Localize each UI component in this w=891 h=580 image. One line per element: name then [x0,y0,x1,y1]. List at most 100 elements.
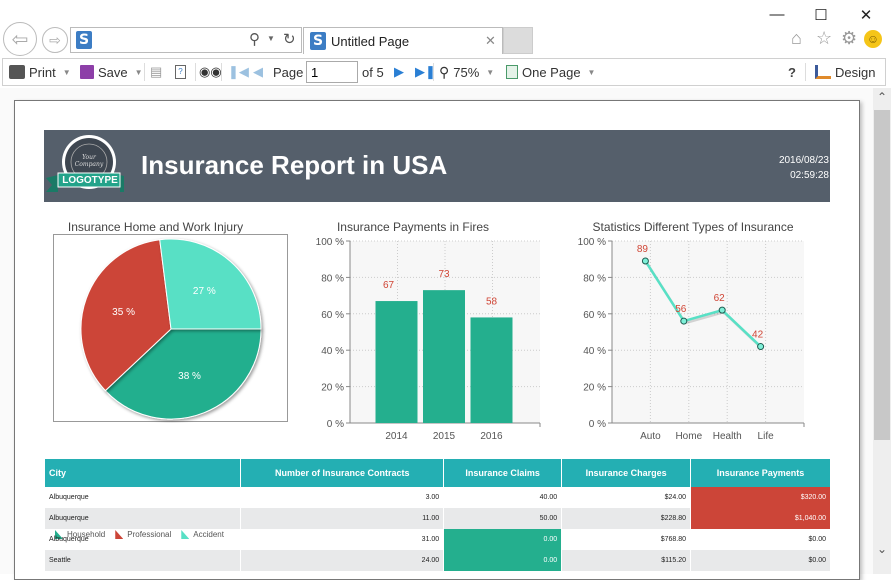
vertical-scrollbar[interactable]: ⌃ ⌄ [873,88,891,574]
zoom-dropdown[interactable]: ⚲ 75% ▼ [439,59,494,85]
search-dropdown-icon[interactable]: ▼ [267,34,275,43]
scroll-down-icon[interactable]: ⌄ [873,542,891,556]
page-count: of 5 [362,59,384,85]
plot-area [612,241,804,423]
search-icon[interactable]: ⚲ [249,30,260,48]
tab-close-icon[interactable]: ✕ [485,33,496,49]
y-tick-label: 20 % [321,383,344,394]
parameters-button[interactable]: ? [175,59,186,85]
table-header-row: City Number of Insurance Contracts Insur… [45,459,831,487]
line-point-life [757,343,765,351]
cell-contracts: 3.00 [240,487,445,508]
design-label: Design [835,64,876,80]
cell-payments: $0.00 [690,550,831,571]
address-bar[interactable]: S ⚲ ▼ ↻ [70,27,302,53]
y-tick-label: 0 % [327,419,344,430]
site-favicon-icon: S [76,31,92,49]
maximize-button[interactable]: ☐ [806,6,836,24]
bar-value-label: 67 [383,280,395,291]
page-view-icon [506,65,518,79]
design-ruler-icon [815,65,831,79]
toolbar-separator [805,63,806,81]
column-header-claims: Insurance Claims [443,459,563,487]
table-row: Seattle 24.00 0.00 $115.20 $0.00 [45,550,831,571]
view-mode-dropdown[interactable]: One Page ▼ [506,59,595,85]
print-label: Print [29,64,56,80]
cell-claims: 50.00 [443,508,563,529]
find-button[interactable]: ◉◉ [199,59,222,85]
previous-page-icon: ◀ [253,64,263,79]
next-page-button[interactable]: ▶ [394,59,404,85]
x-tick-label: 2014 [385,431,408,442]
toolbar-separator [144,63,145,81]
save-button[interactable]: Save ▼ [80,59,143,85]
binoculars-icon: ◉◉ [199,64,222,79]
y-tick-label: 80 % [583,273,606,284]
gear-icon[interactable]: ⚙ [841,28,857,49]
x-tick-label: Auto [640,431,661,442]
refresh-icon[interactable]: ↻ [283,30,296,48]
x-tick-label: 2016 [480,431,503,442]
first-page-button[interactable]: ❚◀ [228,59,249,85]
insurance-table: City Number of Insurance Contracts Insur… [45,459,831,571]
cell-payments: $0.00 [690,529,831,550]
x-tick-label: Home [675,431,702,442]
cell-contracts: 11.00 [240,508,445,529]
next-page-icon: ▶ [394,64,404,79]
help-icon: ? [788,64,796,80]
y-tick-label: 100 % [316,237,344,248]
report-time: 02:59:28 [790,170,829,181]
cell-city: Albuquerque [45,508,242,529]
y-tick-label: 60 % [583,310,606,321]
column-header-contracts: Number of Insurance Contracts [240,459,445,487]
y-tick-label: 60 % [321,310,344,321]
close-window-button[interactable]: ✕ [851,6,881,24]
star-icon[interactable]: ☆ [816,28,832,49]
report-datetime: 2016/08/23 02:59:28 [779,153,829,183]
home-icon[interactable]: ⌂ [791,28,802,49]
y-tick-label: 100 % [578,237,606,248]
cell-charges: $768.80 [561,529,692,550]
line-value-label: 62 [714,293,726,304]
cell-contracts: 24.00 [240,550,445,571]
new-tab-button[interactable] [503,27,533,54]
cell-contracts: 31.00 [240,529,445,550]
chevron-down-icon: ▼ [134,67,143,77]
clipboard-icon: ? [175,65,186,79]
report-header-banner: Your Company LOGOTYPE Insurance Report i… [44,130,830,202]
cell-city: Seattle [45,550,242,571]
back-button[interactable]: ⇦ [3,22,37,56]
print-button[interactable]: Print ▼ [9,59,71,85]
scrollbar-thumb[interactable] [874,110,890,440]
pie-chart-title: Insurance Home and Work Injury [67,220,244,234]
line-chart: 0 % 20 % 40 % 60 % 80 % 100 % 89 Auto 56 Home 62 He… [578,237,805,442]
y-tick-label: 20 % [583,383,606,394]
floppy-disk-icon [80,65,94,79]
bar-2016 [470,317,513,423]
bar-value-label: 73 [438,269,450,280]
minimize-button[interactable]: — [762,6,792,23]
page-label: Page [273,59,303,85]
previous-page-button[interactable]: ◀ [253,59,263,85]
y-tick-label: 80 % [321,273,344,284]
design-button[interactable]: Design [815,59,875,85]
cell-claims: 0.00 [443,550,563,571]
cell-charges: $24.00 [561,487,692,508]
logo-text: LOGOTYPE [62,175,118,186]
column-header-payments: Insurance Payments [690,459,831,487]
line-value-label: 56 [675,304,687,315]
toolbar-separator [195,63,196,81]
page-number-input[interactable] [306,61,358,83]
cell-charges: $228.80 [561,508,692,529]
report-title: Insurance Report in USA [141,150,448,180]
forward-button[interactable]: ⇨ [42,27,68,53]
smiley-icon[interactable]: ☺ [864,30,882,48]
scroll-up-icon[interactable]: ⌃ [873,90,891,104]
help-button[interactable]: ? [788,59,796,85]
bookmarks-button[interactable]: ▤ [150,59,162,85]
x-tick-label: Life [758,431,775,442]
report-date: 2016/08/23 [778,155,829,166]
bookmarks-icon: ▤ [150,64,163,79]
bar-2015 [423,290,465,423]
tab-untitled-page[interactable]: S Untitled Page ✕ [303,27,503,54]
